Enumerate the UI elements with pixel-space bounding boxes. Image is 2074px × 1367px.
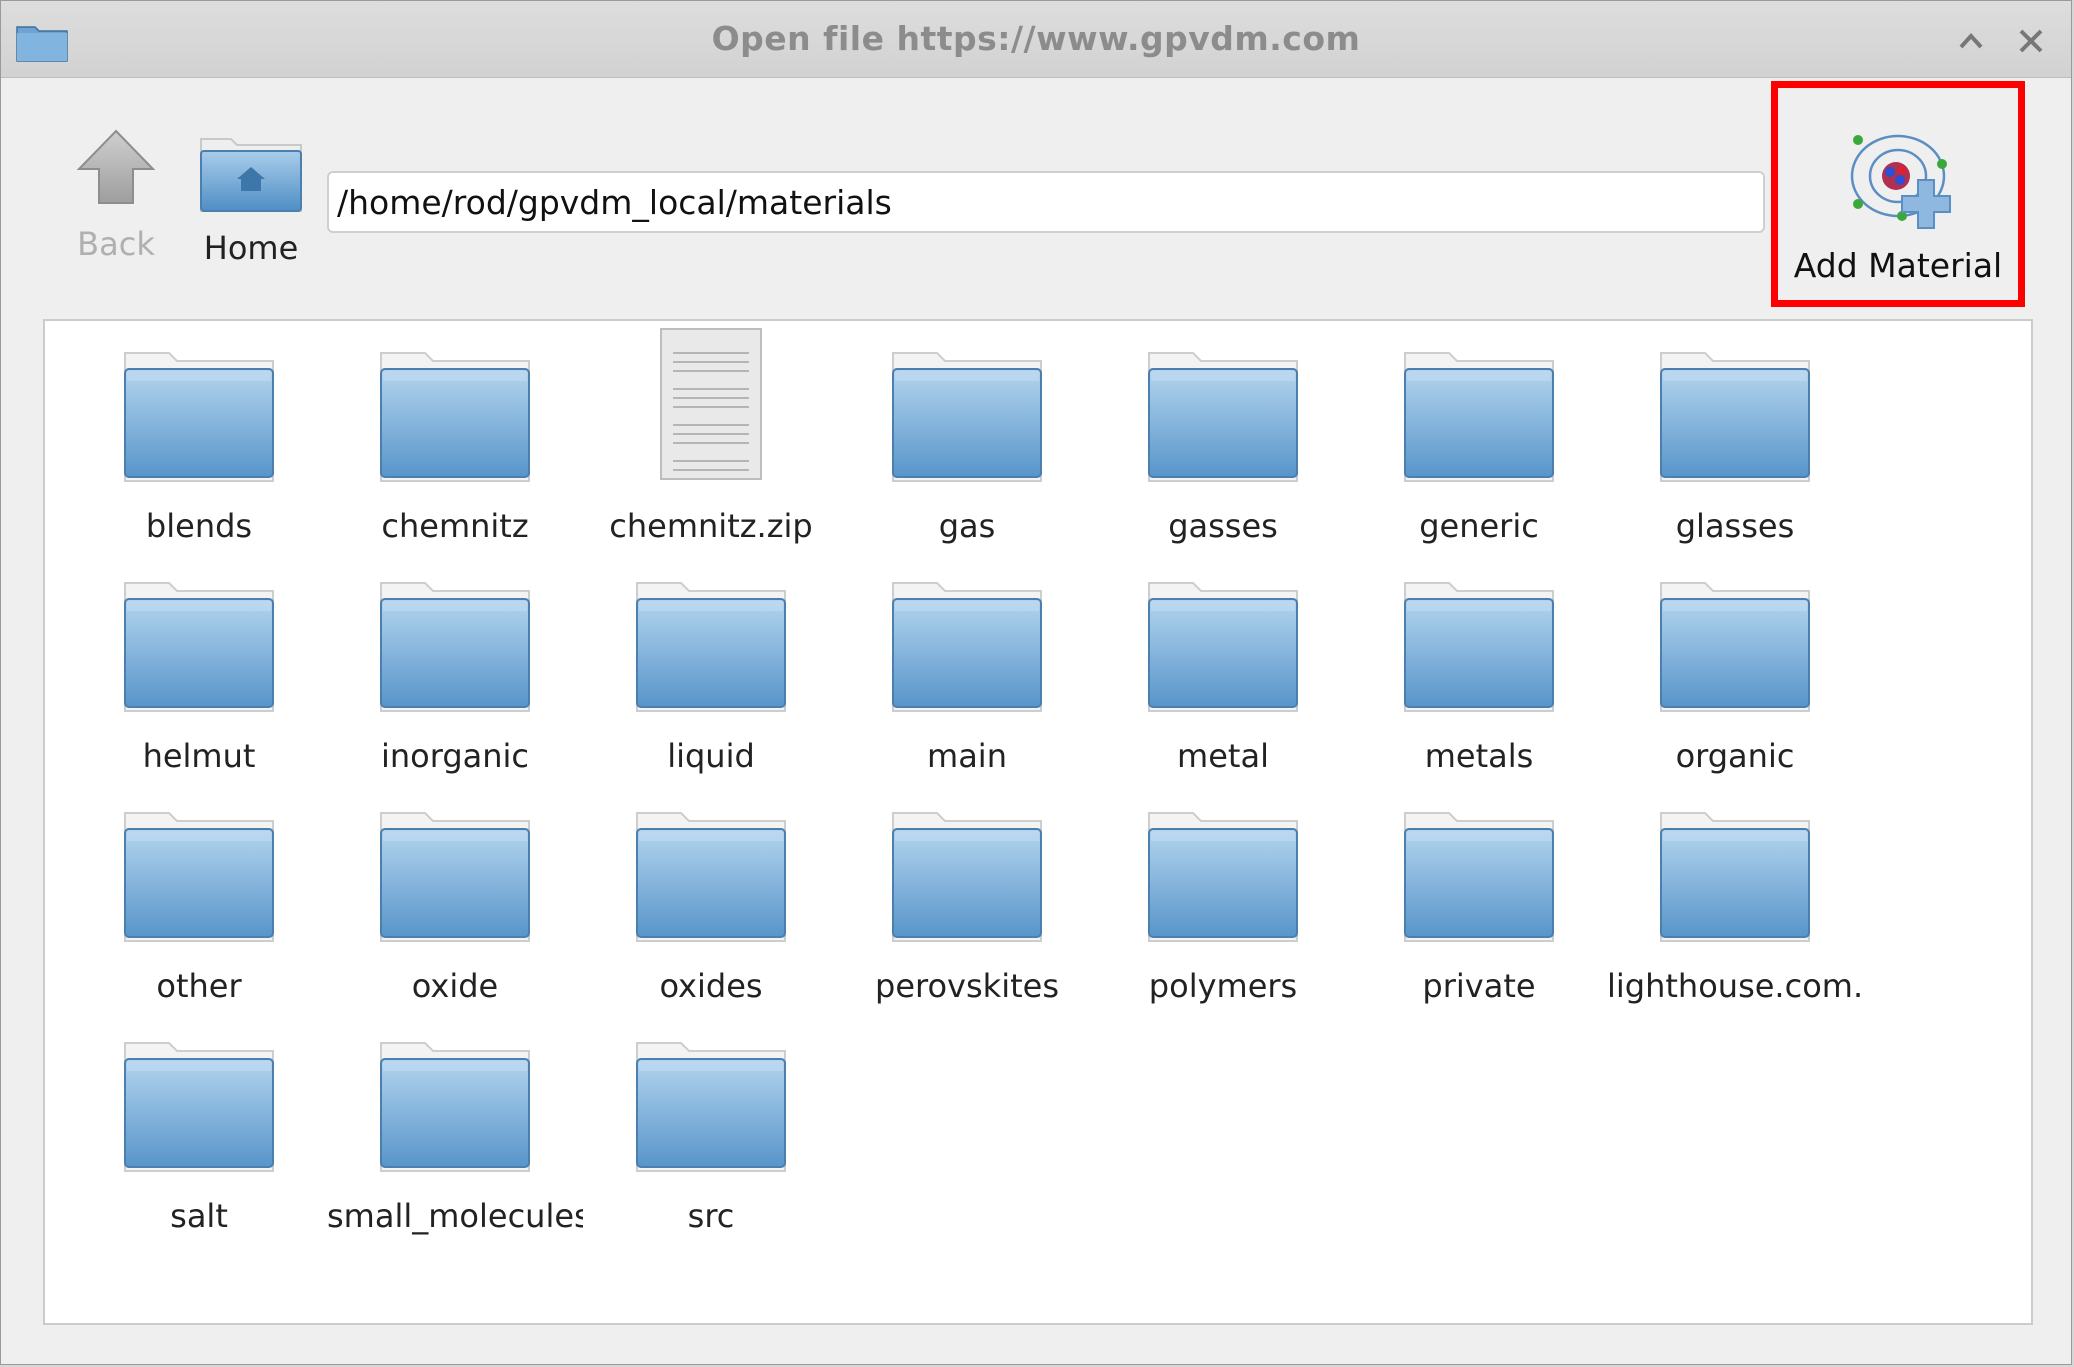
- folder-icon: [124, 352, 274, 482]
- folder-item[interactable]: polymers: [1095, 803, 1351, 1033]
- item-name: perovskites: [875, 967, 1059, 1005]
- file-item[interactable]: chemnitz.zip: [583, 328, 839, 573]
- folder-icon: [1404, 352, 1554, 482]
- home-label: Home: [203, 229, 299, 267]
- item-name: salt: [170, 1197, 228, 1235]
- item-name: oxide: [411, 967, 499, 1005]
- window-title: Open file https://www.gpvdm.com: [711, 19, 1361, 58]
- folder-item[interactable]: liquid: [583, 573, 839, 803]
- item-name: src: [687, 1197, 735, 1235]
- item-name: private: [1422, 967, 1536, 1005]
- folder-item[interactable]: private: [1351, 803, 1607, 1033]
- item-name: other: [156, 967, 242, 1005]
- home-button[interactable]: Home: [191, 131, 311, 267]
- folder-item[interactable]: chemnitz: [327, 343, 583, 573]
- item-name: polymers: [1148, 967, 1298, 1005]
- item-name: oxides: [659, 967, 763, 1005]
- item-name: liquid: [667, 737, 755, 775]
- folder-icon: [1148, 352, 1298, 482]
- folder-icon: [636, 582, 786, 712]
- folder-item[interactable]: other: [71, 803, 327, 1033]
- folder-item[interactable]: generic: [1351, 343, 1607, 573]
- folder-icon: [892, 582, 1042, 712]
- folder-icon: [1148, 812, 1298, 942]
- folder-item[interactable]: src: [583, 1033, 839, 1263]
- folder-item[interactable]: main: [839, 573, 1095, 803]
- file-grid: blends chemnitz chemnitz.zip gas gasses g…: [71, 328, 1863, 1263]
- folder-item[interactable]: glasses: [1607, 343, 1863, 573]
- folder-item[interactable]: organic: [1607, 573, 1863, 803]
- back-arrow-icon: [76, 129, 156, 204]
- folder-icon: [1660, 582, 1810, 712]
- item-name: main: [927, 737, 1007, 775]
- home-folder-icon: [200, 138, 302, 212]
- item-name: lighthouse.com.: [1607, 967, 1863, 1005]
- folder-icon: [1404, 812, 1554, 942]
- folder-item[interactable]: helmut: [71, 573, 327, 803]
- folder-item[interactable]: blends: [71, 343, 327, 573]
- title-bar: Open file https://www.gpvdm.com: [1, 1, 2071, 78]
- folder-icon: [124, 812, 274, 942]
- folder-icon: [380, 812, 530, 942]
- folder-icon: [636, 1042, 786, 1172]
- path-input[interactable]: [327, 171, 1765, 233]
- back-button[interactable]: Back: [61, 125, 171, 263]
- folder-icon: [124, 1042, 274, 1172]
- folder-icon: [1404, 582, 1554, 712]
- file-dialog-window: Open file https://www.gpvdm.com Back Hom…: [0, 0, 2072, 1365]
- item-name: generic: [1419, 507, 1539, 545]
- folder-icon: [380, 352, 530, 482]
- toolbar: Back Home Add Material: [1, 77, 2071, 317]
- close-icon: [2019, 29, 2043, 53]
- item-name: glasses: [1675, 507, 1795, 545]
- folder-item[interactable]: oxides: [583, 803, 839, 1033]
- document-icon: [660, 328, 762, 480]
- folder-item[interactable]: inorganic: [327, 573, 583, 803]
- folder-icon: [124, 582, 274, 712]
- folder-item[interactable]: metals: [1351, 573, 1607, 803]
- chevron-up-icon: [1959, 33, 1983, 49]
- item-name: helmut: [142, 737, 256, 775]
- item-name: chemnitz: [381, 507, 529, 545]
- item-name: chemnitz.zip: [609, 507, 813, 545]
- item-name: gasses: [1168, 507, 1278, 545]
- item-name: blends: [145, 507, 253, 545]
- folder-icon: [892, 352, 1042, 482]
- item-name: gas: [938, 507, 996, 545]
- folder-item[interactable]: salt: [71, 1033, 327, 1263]
- item-name: metal: [1177, 737, 1269, 775]
- folder-item[interactable]: gas: [839, 343, 1095, 573]
- folder-icon: [636, 812, 786, 942]
- atom-plus-icon: [1850, 134, 1951, 229]
- add-material-label: Add Material: [1793, 246, 2003, 285]
- folder-icon: [380, 1042, 530, 1172]
- item-name: small_molecules: [327, 1197, 583, 1235]
- folder-icon: [380, 582, 530, 712]
- maximize-button[interactable]: [1951, 21, 1991, 61]
- folder-item[interactable]: perovskites: [839, 803, 1095, 1033]
- folder-item[interactable]: lighthouse.com.: [1607, 803, 1863, 1033]
- folder-icon: [1660, 352, 1810, 482]
- close-button[interactable]: [2011, 21, 2051, 61]
- folder-item[interactable]: metal: [1095, 573, 1351, 803]
- item-name: metals: [1424, 737, 1534, 775]
- item-name: organic: [1675, 737, 1795, 775]
- folder-item[interactable]: small_molecules: [327, 1033, 583, 1263]
- folder-item[interactable]: gasses: [1095, 343, 1351, 573]
- folder-icon: [1660, 812, 1810, 942]
- add-material-button[interactable]: Add Material: [1771, 81, 2025, 307]
- folder-item[interactable]: oxide: [327, 803, 583, 1033]
- back-label: Back: [77, 225, 155, 263]
- file-list-pane[interactable]: blends chemnitz chemnitz.zip gas gasses g…: [43, 319, 2033, 1325]
- item-name: inorganic: [380, 737, 530, 775]
- folder-icon: [1148, 582, 1298, 712]
- folder-icon: [892, 812, 1042, 942]
